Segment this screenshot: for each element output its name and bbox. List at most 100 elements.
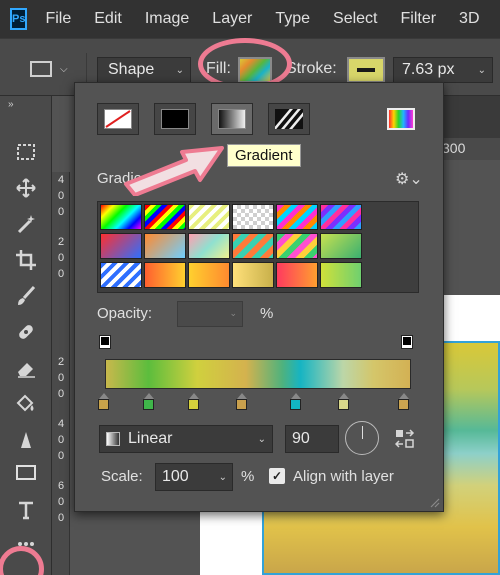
color-stop[interactable] [142, 393, 156, 411]
color-stop[interactable] [187, 393, 201, 411]
eraser-tool[interactable] [0, 352, 52, 384]
opacity-stop-marker [101, 337, 109, 345]
gradient-preset[interactable] [188, 204, 230, 230]
crop-icon [16, 250, 36, 270]
color-stop-swatch [236, 399, 247, 410]
resize-grip-icon[interactable] [428, 496, 440, 508]
opacity-field[interactable]: ⌄ [177, 301, 243, 327]
tool-mode-value: Shape [108, 61, 155, 78]
pattern-fill-button[interactable] [268, 103, 310, 135]
gradient-preset[interactable] [232, 262, 274, 288]
type-icon [19, 501, 33, 520]
align-with-layer-checkbox[interactable]: ✓ [269, 468, 285, 484]
menu-edit[interactable]: Edit [94, 10, 122, 28]
gradient-preset[interactable] [144, 233, 186, 259]
gear-icon[interactable]: ⚙⌄ [395, 169, 423, 189]
eraser-icon [18, 363, 35, 378]
gradient-preset[interactable] [320, 204, 362, 230]
menu-3d[interactable]: 3D [459, 10, 479, 28]
color-stop-swatch [188, 399, 199, 410]
reverse-gradient-icon[interactable] [395, 429, 415, 449]
gradient-preset[interactable] [100, 262, 142, 288]
gradient-style-value: Linear [128, 430, 173, 447]
scale-field[interactable]: 100 ⌄ [155, 463, 233, 491]
color-stop[interactable] [235, 393, 249, 411]
linear-gradient-icon [106, 432, 120, 446]
gradient-preset[interactable] [276, 204, 318, 230]
scale-value: 100 [162, 468, 189, 485]
gradient-preset[interactable] [320, 233, 362, 259]
magic-wand-tool[interactable] [0, 208, 52, 240]
gradient-preset[interactable] [144, 204, 186, 230]
menu-image[interactable]: Image [145, 10, 189, 28]
menu-type[interactable]: Type [275, 10, 310, 28]
scale-unit: % [241, 468, 255, 485]
gradient-preset[interactable] [100, 233, 142, 259]
ruler-digit: 0 [57, 434, 65, 446]
color-stop[interactable] [97, 393, 111, 411]
gradient-preset[interactable] [232, 233, 274, 259]
tool-preset-picker[interactable]: ⌵ [14, 57, 76, 81]
type-tool[interactable] [0, 494, 52, 526]
horizontal-ruler: 300 [440, 138, 500, 160]
gradient-preset[interactable] [100, 204, 142, 230]
angle-dial-icon[interactable] [345, 421, 379, 455]
chevron-down-icon: ⌄ [257, 433, 266, 445]
gradient-preset[interactable] [188, 262, 230, 288]
stroke-swatch[interactable] [347, 57, 385, 83]
ruler-digit: 0 [57, 372, 65, 384]
color-stop[interactable] [337, 393, 351, 411]
ruler-label: 300 [442, 140, 466, 156]
sharpen-tool[interactable] [0, 424, 52, 456]
menu-select[interactable]: Select [333, 10, 377, 28]
paint-bucket-tool[interactable] [0, 388, 52, 420]
gradient-preset[interactable] [188, 233, 230, 259]
ruler-digit: 0 [57, 496, 65, 508]
ruler-digit: 0 [57, 252, 65, 264]
angle-field[interactable]: 90 [285, 425, 339, 453]
gradient-preset[interactable] [276, 262, 318, 288]
menu-filter[interactable]: Filter [400, 10, 436, 28]
opacity-stop-marker [403, 337, 411, 345]
color-stop-swatch [143, 399, 154, 410]
align-with-layer-label: Align with layer [293, 468, 394, 485]
gradient-style-select[interactable]: Linear ⌄ [99, 425, 273, 453]
crop-tool[interactable] [0, 244, 52, 276]
marquee-icon [17, 144, 35, 160]
ruler-digit: 0 [57, 388, 65, 400]
brush-tool[interactable] [0, 280, 52, 312]
rectangle-tool[interactable] [0, 456, 52, 488]
opacity-stop[interactable] [401, 335, 413, 349]
gradient-preset[interactable] [232, 204, 274, 230]
marquee-tool[interactable] [0, 136, 52, 168]
gradient-preset[interactable] [144, 262, 186, 288]
gradient-tooltip: Gradient [227, 144, 301, 167]
healing-tool[interactable] [0, 316, 52, 348]
tool-mode-select[interactable]: Shape ⌄ [97, 57, 191, 83]
color-stop-swatch [98, 399, 109, 410]
collapse-panel-icon[interactable]: » [8, 99, 14, 110]
menu-file[interactable]: File [45, 10, 71, 28]
gradient-preset[interactable] [320, 262, 362, 288]
menu-layer[interactable]: Layer [212, 10, 252, 28]
more-tools[interactable] [0, 528, 52, 560]
chevron-down-icon: ⌄ [229, 308, 237, 318]
color-picker-icon [387, 108, 415, 130]
color-picker-button[interactable] [383, 103, 419, 135]
color-stop[interactable] [397, 393, 411, 411]
opacity-unit: % [260, 305, 274, 322]
move-tool[interactable] [0, 172, 52, 204]
opacity-stop[interactable] [99, 335, 111, 349]
photoshop-logo: Ps [10, 8, 28, 30]
color-stop-swatch [290, 399, 301, 410]
paint-bucket-icon [16, 394, 34, 412]
color-stop[interactable] [289, 393, 303, 411]
ruler-digit: 4 [57, 418, 65, 430]
stroke-width-field[interactable]: 7.63 px ⌄ [393, 57, 493, 83]
more-icon [18, 542, 34, 546]
chevron-down-icon: ⌄ [477, 64, 486, 76]
gradient-preset[interactable] [276, 233, 318, 259]
chevron-down-icon: ⌄ [218, 472, 227, 483]
ruler-digit: 2 [57, 236, 65, 248]
gradient-preview-bar[interactable] [105, 359, 411, 389]
